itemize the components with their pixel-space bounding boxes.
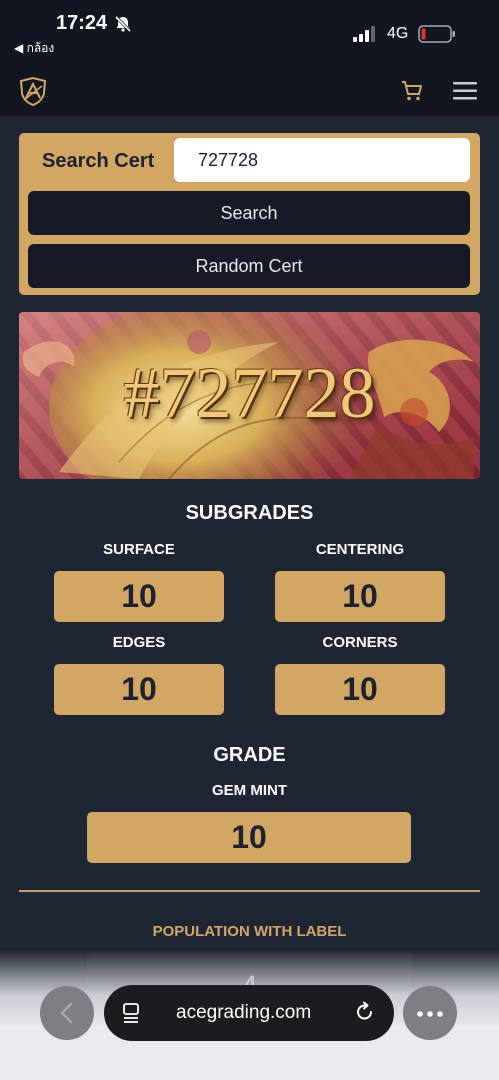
status-bar: 17:24 ◀ กล้อง 4G	[0, 0, 499, 68]
signal-icon	[353, 26, 375, 42]
reload-icon[interactable]	[354, 1001, 376, 1023]
more-dots-icon	[417, 1011, 443, 1017]
edges-value: 10	[54, 664, 224, 715]
corners-value: 10	[275, 664, 445, 715]
hamburger-menu-icon[interactable]	[453, 81, 477, 101]
search-cert-label: Search Cert	[42, 150, 155, 172]
browser-more-button[interactable]	[403, 986, 457, 1040]
search-cert-panel: Search Cert Search Random Cert	[19, 133, 480, 295]
cert-number-display: #727728	[123, 353, 376, 433]
subgrades-title: SUBGRADES	[185, 502, 314, 524]
random-cert-button[interactable]: Random Cert	[28, 244, 470, 288]
chevron-left-icon	[60, 1002, 73, 1024]
section-divider	[19, 890, 480, 892]
back-to-app-link[interactable]: ◀ กล้อง	[14, 39, 54, 58]
network-type: 4G	[387, 25, 409, 42]
surface-value: 10	[54, 571, 224, 622]
browser-back-button[interactable]	[40, 986, 94, 1040]
ace-shield-logo-icon[interactable]	[18, 77, 48, 107]
centering-label: CENTERING	[315, 541, 405, 558]
grade-title: GRADE	[213, 744, 286, 766]
site-navbar	[0, 68, 499, 116]
population-label: POPULATION WITH LABEL	[152, 923, 347, 940]
search-button[interactable]: Search	[28, 191, 470, 235]
status-time: 17:24	[56, 12, 108, 34]
surface-label: SURFACE	[103, 541, 175, 558]
edges-label: EDGES	[112, 634, 166, 651]
cert-number-input[interactable]	[174, 138, 470, 182]
address-bar[interactable]: acegrading.com	[104, 985, 394, 1041]
page-menu-icon[interactable]	[122, 1002, 142, 1024]
silent-bell-icon	[114, 15, 132, 33]
battery-low-icon	[418, 25, 455, 43]
centering-value: 10	[275, 571, 445, 622]
corners-label: CORNERS	[322, 634, 398, 651]
grade-label: GEM MINT	[212, 782, 287, 799]
cert-banner: #727728	[19, 312, 480, 479]
cart-icon[interactable]	[400, 79, 424, 103]
url-text: acegrading.com	[176, 1002, 312, 1023]
grade-value: 10	[87, 812, 411, 863]
